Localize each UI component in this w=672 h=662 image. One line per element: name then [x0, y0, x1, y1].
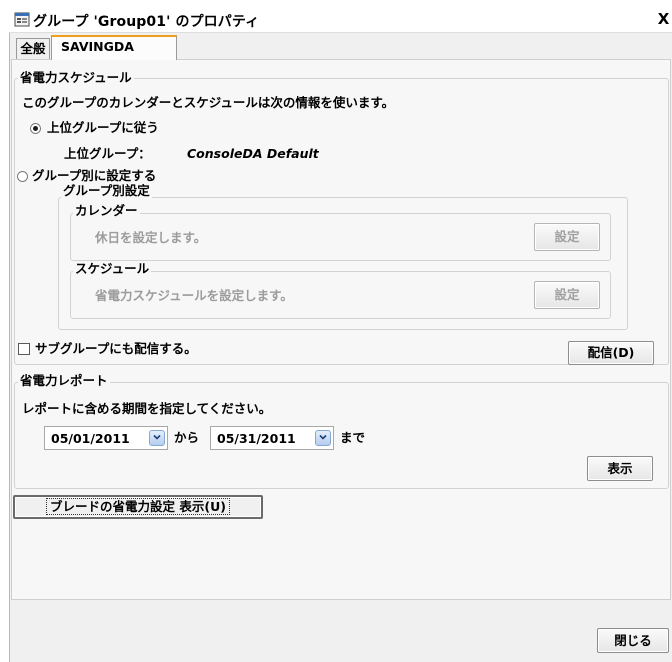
tab-savingda[interactable]: SAVINGDA: [51, 35, 177, 60]
per-group-radio[interactable]: [17, 171, 28, 182]
inherit-radio-label[interactable]: 上位グループに従う: [47, 120, 159, 135]
blade-power-settings-button[interactable]: ブレードの省電力設定 表示(U): [13, 495, 263, 519]
show-report-button[interactable]: 表示: [587, 456, 653, 481]
group-settings-legend: グループ別設定: [61, 183, 152, 198]
report-description: レポートに含める期間を指定してください。: [22, 401, 272, 416]
parent-group-label: 上位グループ：: [64, 146, 151, 161]
close-icon[interactable]: X: [655, 8, 672, 30]
tab-general[interactable]: 全般: [16, 38, 50, 59]
calendar-settings-button[interactable]: 設定: [534, 223, 600, 251]
calendar-legend: カレンダー: [73, 203, 140, 218]
schedule-legend: スケジュール: [73, 261, 152, 276]
schedule-settings-button[interactable]: 設定: [534, 281, 600, 309]
subgroup-checkbox[interactable]: [18, 343, 30, 355]
subgroup-checkbox-label[interactable]: サブグループにも配信する。: [35, 341, 197, 356]
deliver-button[interactable]: 配信(D): [568, 341, 654, 365]
to-date-combo[interactable]: 05/31/2011: [210, 426, 334, 450]
chevron-down-icon: [319, 434, 327, 440]
schedule-text: 省電力スケジュールを設定します。: [95, 288, 293, 303]
from-date-value: 05/01/2011: [51, 431, 130, 446]
schedule-description: このグループのカレンダーとスケジュールは次の情報を使います。: [22, 95, 395, 110]
from-suffix: から: [174, 430, 200, 445]
parent-group-value: ConsoleDA Default: [187, 146, 319, 161]
close-button[interactable]: 閉じる: [597, 628, 669, 653]
per-group-radio-label[interactable]: グループ別に設定する: [32, 168, 156, 183]
window-title: グループ 'Group01' のプロパティ: [33, 14, 260, 30]
to-date-dropdown[interactable]: [315, 430, 331, 446]
to-date-value: 05/31/2011: [217, 431, 296, 446]
inherit-radio[interactable]: [30, 123, 41, 134]
power-schedule-legend: 省電力スケジュール: [18, 70, 134, 85]
from-date-dropdown[interactable]: [149, 430, 165, 446]
blade-power-settings-label: ブレードの省電力設定 表示(U): [46, 498, 230, 515]
chevron-down-icon: [153, 434, 161, 440]
power-report-legend: 省電力レポート: [18, 373, 110, 388]
from-date-combo[interactable]: 05/01/2011: [44, 426, 168, 450]
properties-icon: [14, 11, 31, 28]
to-suffix: まで: [340, 430, 366, 445]
calendar-text: 休日を設定します。: [95, 230, 207, 245]
